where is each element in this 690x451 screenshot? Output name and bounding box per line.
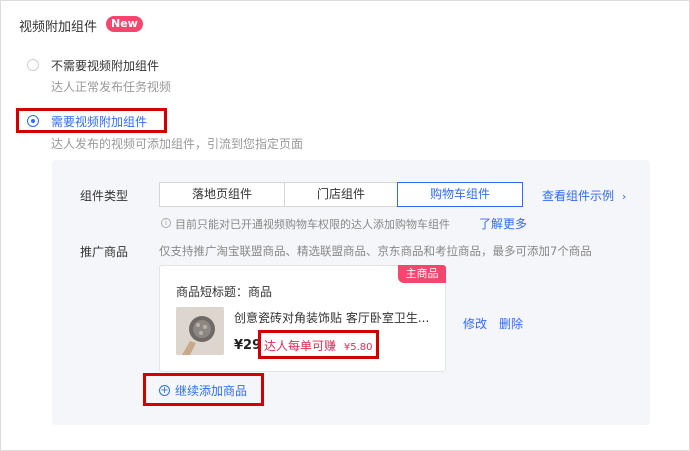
- tab-store[interactable]: 门店组件: [284, 182, 398, 207]
- promo-goods-desc: 仅支持推广淘宝联盟商品、精选联盟商品、京东商品和考拉商品，最多可添加7个商品: [159, 244, 592, 258]
- tab-shopping-cart[interactable]: 购物车组件: [397, 182, 523, 207]
- view-example-link[interactable]: 查看组件示例 ›: [542, 187, 626, 204]
- option-no-component-desc: 达人正常发布任务视频: [51, 80, 172, 94]
- section-title: 视频附加组件: [19, 20, 98, 35]
- add-more-goods-button[interactable]: + 继续添加商品: [159, 382, 247, 399]
- component-type-label: 组件类型: [80, 189, 129, 203]
- view-example-label: 查看组件示例: [542, 189, 615, 203]
- option-need-component-desc: 达人发布的视频可添加组件，引流到您指定页面: [51, 137, 304, 151]
- promo-goods-label: 推广商品: [80, 245, 129, 259]
- component-type-tabs: 落地页组件 门店组件 购物车组件: [159, 182, 523, 207]
- product-name: 创意瓷砖对角装饰贴 客厅卧室卫生...: [234, 311, 430, 325]
- option-need-component-label[interactable]: 需要视频附加组件: [51, 113, 147, 130]
- info-icon: i: [161, 218, 171, 228]
- product-short-title: 商品短标题：商品: [176, 285, 273, 299]
- delete-product-link[interactable]: 删除: [499, 315, 523, 332]
- earn-value: ¥5.80: [343, 342, 373, 353]
- tab-landing-page[interactable]: 落地页组件: [159, 182, 285, 207]
- new-badge: New: [106, 16, 143, 32]
- product-thumbnail: [176, 307, 224, 355]
- option-no-component-label[interactable]: 不需要视频附加组件: [51, 57, 159, 74]
- chevron-right-icon: ›: [621, 190, 627, 203]
- radio-unchecked-icon[interactable]: [27, 59, 39, 71]
- cart-permission-hint: 目前只能对已开通视频购物车权限的达人添加购物车组件: [175, 218, 450, 231]
- earn-per-order: 达人每单可赚 ¥5.80: [264, 337, 372, 354]
- radio-checked-icon[interactable]: [27, 115, 39, 127]
- earn-label: 达人每单可赚: [264, 339, 337, 353]
- plus-circle-icon: +: [159, 385, 170, 396]
- main-product-tag: 主商品: [398, 265, 446, 283]
- learn-more-link[interactable]: 了解更多: [479, 215, 527, 232]
- edit-product-link[interactable]: 修改: [463, 315, 487, 332]
- add-more-goods-label: 继续添加商品: [175, 384, 248, 398]
